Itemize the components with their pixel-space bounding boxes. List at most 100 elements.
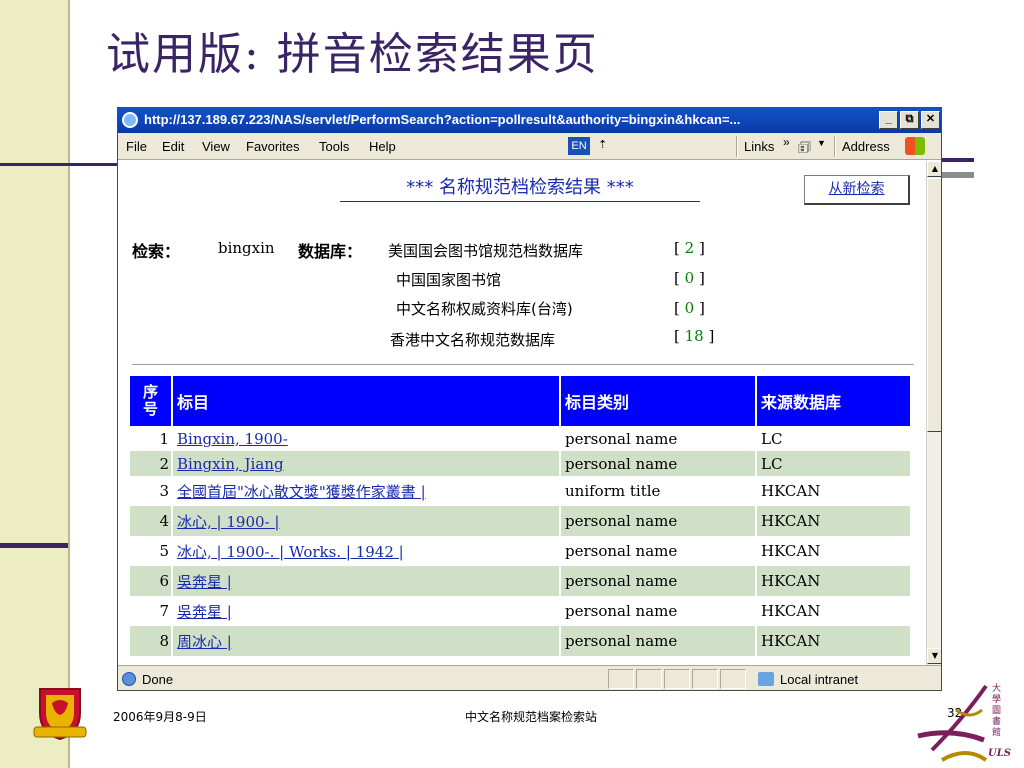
row-heading-cell: 全國首屆"冰心散文獎"獲獎作家叢書 |: [172, 476, 561, 506]
slide-title: 试用版: 拼音检索结果页: [106, 29, 599, 80]
row-heading-cell: 冰心, | 1900- |: [172, 506, 561, 536]
menu-separator: [834, 136, 836, 157]
database-count-value: 18: [684, 327, 704, 345]
scrollbar-thumb[interactable]: [927, 178, 941, 432]
row-source: LC: [756, 451, 912, 476]
database-count-value: 0: [684, 269, 695, 287]
menu-file[interactable]: File: [126, 139, 147, 154]
database-count-value: 2: [684, 239, 695, 257]
footer-title: 中文名称规范档案检索站: [465, 710, 598, 724]
row-heading-cell: Bingxin, 1900-: [172, 426, 561, 451]
column-header-seq-bottom: 号: [142, 400, 158, 418]
row-heading-cell: Bingxin, Jiang: [172, 451, 561, 476]
menu-tools[interactable]: Tools: [319, 139, 349, 154]
row-heading-link[interactable]: 全國首屆"冰心散文獎"獲獎作家叢書 |: [177, 483, 426, 501]
column-header-seq: 序号: [130, 376, 173, 426]
status-cell: [664, 669, 690, 689]
status-cell: [692, 669, 718, 689]
row-type: personal name: [560, 506, 757, 536]
links-button[interactable]: Links: [744, 139, 774, 154]
database-count: [ 0 ]: [674, 269, 705, 287]
database-name: 中文名称权威资料库(台湾): [396, 300, 573, 318]
database-label: 数据库：: [298, 242, 363, 261]
row-seq: 1: [130, 426, 173, 451]
row-heading-link[interactable]: 周冰心 |: [177, 633, 232, 651]
row-type: personal name: [560, 596, 757, 626]
search-term: bingxin: [218, 239, 275, 257]
footer-date: 2006年9月8-9日: [113, 710, 207, 724]
row-heading-cell: 周冰心 |: [172, 626, 561, 656]
content-divider: [132, 364, 914, 366]
slide-rule-top: [0, 163, 118, 166]
row-heading-link[interactable]: Bingxin, Jiang: [177, 455, 284, 473]
menu-edit[interactable]: Edit: [162, 139, 184, 154]
windows-flag-icon: [905, 137, 925, 155]
browser-window: http://137.189.67.223/NAS/servlet/Perfor…: [117, 107, 942, 691]
row-source: HKCAN: [756, 566, 912, 596]
dropdown-arrow-icon[interactable]: ▼: [817, 138, 826, 148]
translate-icon[interactable]: 🗊: [798, 137, 811, 161]
address-label[interactable]: Address: [842, 139, 890, 154]
row-source: HKCAN: [756, 536, 912, 566]
column-header-seq-top: 序: [142, 383, 158, 401]
scroll-down-arrow-icon[interactable]: ▼: [927, 648, 941, 664]
row-seq: 6: [130, 566, 173, 596]
scroll-up-arrow-icon[interactable]: ▲: [927, 161, 941, 177]
status-cell: [636, 669, 662, 689]
library-logo-chars: 大學圖書館: [992, 684, 1002, 738]
restore-button[interactable]: ⧉: [900, 111, 919, 129]
new-search-button[interactable]: 从新检索: [804, 175, 910, 205]
database-name: 中国国家图书馆: [396, 271, 502, 289]
row-type: personal name: [560, 536, 757, 566]
row-source: HKCAN: [756, 596, 912, 626]
results-table: 序号 标目 标目类别 来源数据库 1 Bingxin, 1900- person…: [130, 376, 912, 656]
table-row: 3 全國首屆"冰心散文獎"獲獎作家叢書 | uniform title HKCA…: [130, 476, 912, 506]
table-row: 8 周冰心 | personal name HKCAN: [130, 626, 912, 656]
library-logo-text: ULS: [988, 748, 1011, 759]
row-heading-cell: 吳奔星 |: [172, 596, 561, 626]
minimize-button[interactable]: _: [879, 111, 898, 129]
slide-left-bar: [0, 0, 68, 768]
column-header-heading: 标目: [172, 376, 561, 426]
page-done-icon: [122, 672, 136, 686]
menu-help[interactable]: Help: [369, 139, 396, 154]
language-bar-button[interactable]: EN: [568, 137, 590, 155]
row-heading-link[interactable]: Bingxin, 1900-: [177, 430, 288, 448]
column-header-source: 来源数据库: [756, 376, 912, 426]
close-button[interactable]: ✕: [921, 111, 940, 129]
row-seq: 2: [130, 451, 173, 476]
row-seq: 5: [130, 536, 173, 566]
column-header-type: 标目类别: [560, 376, 757, 426]
database-name: 香港中文名称规范数据库: [390, 331, 556, 349]
row-seq: 3: [130, 476, 173, 506]
row-heading-cell: 吳奔星 |: [172, 566, 561, 596]
row-heading-link[interactable]: 冰心, | 1900-. | Works. | 1942 |: [177, 543, 404, 561]
row-source: HKCAN: [756, 476, 912, 506]
database-count-value: 0: [684, 299, 695, 317]
row-heading-link[interactable]: 吳奔星 |: [177, 573, 232, 591]
menu-view[interactable]: View: [202, 139, 230, 154]
slide-rule-right-grey: [940, 172, 974, 178]
browser-title: http://137.189.67.223/NAS/servlet/Perfor…: [144, 112, 741, 127]
search-label: 检索：: [132, 242, 181, 261]
security-zone: Local intranet: [780, 672, 859, 687]
row-source: LC: [756, 426, 912, 451]
row-type: uniform title: [560, 476, 757, 506]
database-count: [ 2 ]: [674, 239, 705, 257]
database-count: [ 0 ]: [674, 299, 705, 317]
language-options-icon[interactable]: ⇡: [598, 138, 607, 151]
menu-favorites[interactable]: Favorites: [246, 139, 299, 154]
row-heading-link[interactable]: 冰心, | 1900- |: [177, 513, 279, 531]
links-chevron-icon[interactable]: »: [783, 135, 790, 149]
table-row: 7 吳奔星 | personal name HKCAN: [130, 596, 912, 626]
university-crest-icon: [33, 688, 87, 741]
row-heading-link[interactable]: 吳奔星 |: [177, 603, 232, 621]
database-name: 美国国会图书馆规范档数据库: [388, 242, 584, 260]
browser-titlebar: http://137.189.67.223/NAS/servlet/Perfor…: [118, 108, 941, 133]
slide-rule-right: [940, 158, 974, 162]
row-type: personal name: [560, 626, 757, 656]
table-row: 5 冰心, | 1900-. | Works. | 1942 | persona…: [130, 536, 912, 566]
status-bar: Done Local intranet: [118, 665, 941, 690]
table-row: 1 Bingxin, 1900- personal name LC: [130, 426, 912, 451]
vertical-scrollbar[interactable]: ▲ ▼: [926, 161, 941, 665]
